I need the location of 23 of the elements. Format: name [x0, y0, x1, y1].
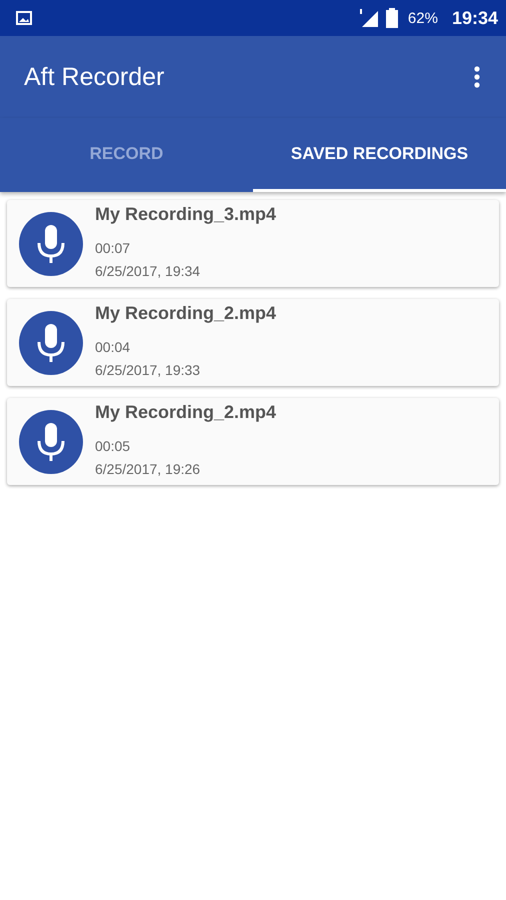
recording-duration: 00:05: [95, 437, 132, 456]
recording-name: My Recording_2.mp4: [95, 402, 276, 423]
microphone-icon: [19, 310, 83, 374]
recording-date: 6/25/2017, 19:26: [95, 460, 202, 479]
recording-card[interactable]: My Recording_2.mp4 00:04 6/25/2017, 19:33: [7, 299, 499, 386]
microphone-icon: [19, 410, 83, 474]
more-options-icon[interactable]: [474, 66, 480, 88]
battery-percent: 62%: [408, 10, 438, 26]
recording-date: 6/25/2017, 19:33: [95, 361, 202, 380]
recording-name: My Recording_3.mp4: [95, 204, 276, 225]
app-title: Aft Recorder: [24, 62, 164, 92]
tab[interactable]: SAVED RECORDINGS: [253, 118, 506, 192]
microphone-icon: [19, 212, 83, 276]
recording-duration: 00:04: [95, 338, 132, 357]
image-icon: [16, 11, 32, 25]
signal-icon: [358, 8, 380, 28]
recording-card[interactable]: My Recording_3.mp4 00:07 6/25/2017, 19:34: [7, 200, 499, 287]
recording-name: My Recording_2.mp4: [95, 303, 276, 324]
recording-date: 6/25/2017, 19:34: [95, 262, 202, 281]
battery-icon: [386, 8, 398, 28]
recording-duration: 00:07: [95, 239, 132, 258]
clock: 19:34: [452, 8, 498, 28]
recording-card[interactable]: My Recording_2.mp4 00:05 6/25/2017, 19:26: [7, 398, 499, 485]
